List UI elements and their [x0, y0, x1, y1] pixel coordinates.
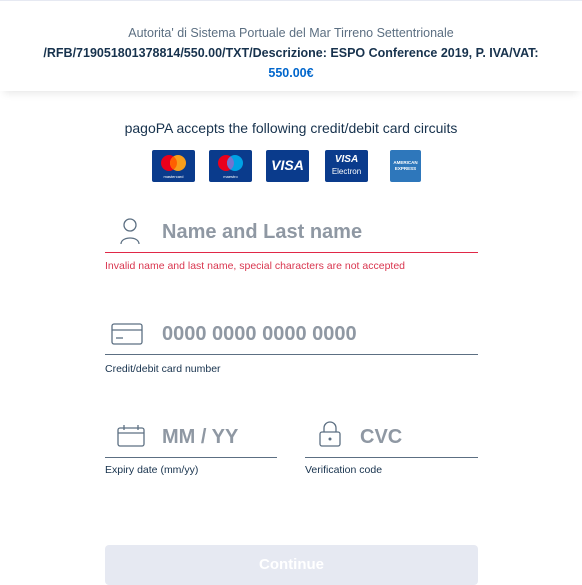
payment-header: Autorita' di Sistema Portuale del Mar Ti… — [0, 0, 582, 91]
card-number-underline — [105, 354, 478, 355]
cvc-hint: Verification code — [305, 464, 383, 476]
maestro-caption: maestro — [223, 174, 238, 179]
continue-button[interactable]: Continue — [105, 545, 478, 585]
card-number-hint: Credit/debit card number — [105, 363, 221, 375]
visa-label: VISA — [271, 157, 304, 173]
expiry-underline — [105, 457, 277, 458]
visa-electron-logo: VISA Electron — [325, 150, 368, 182]
visa-logo: VISA — [266, 150, 309, 182]
credit-card-icon — [111, 323, 143, 350]
amex-top: AMERICAN — [393, 160, 418, 165]
organization-name: Autorita' di Sistema Portuale del Mar Ti… — [128, 26, 454, 40]
expiry-field: Expiry date (mm/yy) — [105, 418, 277, 478]
payment-description: /RFB/719051801378814/550.00/TXT/Descrizi… — [43, 46, 539, 60]
name-error-message: Invalid name and last name, special char… — [105, 260, 406, 272]
american-express-logo: AMERICAN EXPRESS — [390, 150, 421, 182]
maestro-logo: maestro — [209, 150, 252, 182]
card-number-field: Credit/debit card number — [105, 315, 478, 375]
mastercard-logo: mastercard — [152, 150, 195, 182]
visa-electron-top: VISA — [334, 154, 359, 165]
amex-bottom: EXPRESS — [394, 166, 417, 171]
cvc-field: Verification code — [305, 418, 478, 478]
cvc-underline — [305, 457, 478, 458]
lock-icon — [318, 421, 342, 452]
name-underline — [105, 252, 478, 253]
expiry-hint: Expiry date (mm/yy) — [105, 464, 199, 476]
circuits-title: pagoPA accepts the following credit/debi… — [124, 120, 458, 136]
card-number-input[interactable] — [162, 322, 462, 346]
name-input[interactable] — [162, 220, 462, 244]
payment-amount: 550.00€ — [268, 66, 314, 80]
cvc-input[interactable] — [360, 425, 470, 449]
visa-electron-bottom: Electron — [331, 167, 362, 176]
user-icon — [119, 218, 141, 249]
name-field: Invalid name and last name, special char… — [105, 210, 478, 280]
expiry-input[interactable] — [162, 425, 272, 449]
mastercard-caption: mastercard — [163, 174, 184, 179]
calendar-icon — [117, 425, 145, 452]
